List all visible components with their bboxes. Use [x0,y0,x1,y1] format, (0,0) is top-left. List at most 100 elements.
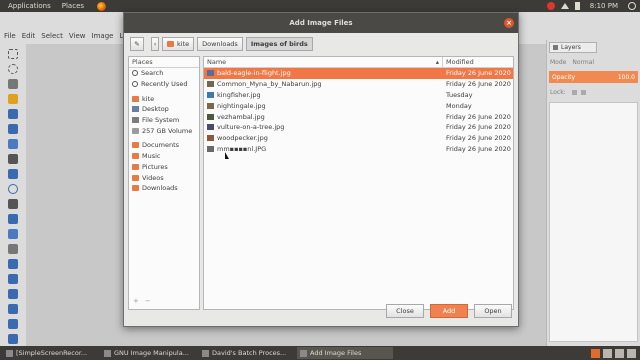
file-name: vezhambal.jpg [217,112,265,121]
menu-view[interactable]: View [69,32,86,40]
place-item[interactable]: Recently Used [129,79,199,90]
file-row[interactable]: vulture-on-a-tree.jpg Friday 26 June 2020 [204,122,513,133]
file-row[interactable]: mm▪▪▪▪nl.JPG Friday 26 June 2020 [204,144,513,155]
place-item[interactable]: Pictures [129,162,199,173]
volume-icon[interactable] [574,2,580,10]
place-label: Videos [142,173,164,182]
taskbar: [SimpleScreenRecor... GNU Image Manipula.… [0,346,640,360]
place-item[interactable]: Videos [129,172,199,183]
indicator-area: 8:10 PM [546,0,636,12]
fuzzy-select-tool-icon[interactable] [8,94,18,104]
lock-alpha-icon[interactable] [580,89,586,95]
rect-select-tool-icon[interactable] [8,49,18,59]
dialog-title: Add Image Files [289,19,353,27]
opacity-slider[interactable]: Opacity 100.0 [549,71,638,83]
places-list: Search Recently Used kite Desktop File Syste… [129,68,199,194]
applications-menu[interactable]: Applications [4,2,55,10]
crop-tool-icon[interactable] [8,244,18,254]
ellipse-select-tool-icon[interactable] [8,64,18,74]
dialog-titlebar[interactable]: Add Image Files × [124,13,518,33]
taskbar-item[interactable]: Add Image Files [297,347,393,359]
file-row[interactable]: vezhambal.jpg Friday 26 June 2020 [204,111,513,122]
file-modified: Friday 26 June 2020 [446,123,511,132]
place-item[interactable]: File System [129,115,199,126]
path-back-button[interactable]: ‹ [151,37,159,51]
paths-tool-icon[interactable] [8,154,18,164]
place-item[interactable]: Documents [129,140,199,151]
color-select-tool-icon[interactable] [8,109,18,119]
file-row[interactable]: kingfisher.jpg Tuesday [204,90,513,101]
name-column-header[interactable]: Name ▴ [204,57,443,67]
shear-tool-icon[interactable] [8,289,18,299]
place-label: Downloads [142,184,178,193]
mode-select[interactable]: Normal [572,59,594,66]
place-label: 257 GB Volume [142,126,193,135]
path-button-downloads[interactable]: Downloads [197,37,243,51]
file-modified: Friday 26 June 2020 [446,80,511,89]
workspace-1[interactable] [591,348,600,358]
layers-list[interactable] [549,102,638,342]
scale-tool-icon[interactable] [8,274,18,284]
record-icon[interactable] [546,2,555,10]
edit-location-button[interactable]: ✎ [130,37,144,51]
scissors-tool-icon[interactable] [8,124,18,134]
mode-row: Mode Normal [547,56,640,68]
gear-icon[interactable] [628,2,636,10]
file-modified: Friday 26 June 2020 [446,134,511,143]
place-item[interactable]: Desktop [129,104,199,115]
add-button[interactable]: Add [430,304,468,318]
workspace-switcher [591,348,636,358]
layers-tab[interactable]: Layers [549,42,597,53]
layers-tab-label: Layers [561,44,581,51]
firefox-icon[interactable] [97,1,107,11]
path-label: kite [177,40,190,48]
add-bookmark-button[interactable]: + [133,297,139,305]
free-select-tool-icon[interactable] [8,79,18,89]
place-item[interactable]: kite [129,93,199,104]
file-row[interactable]: Common_Myna_by_Nabarun.jpg Friday 26 June… [204,79,513,90]
move-tool-icon[interactable] [8,214,18,224]
place-item[interactable]: Search [129,68,199,79]
cage-tool-icon[interactable] [8,334,18,344]
place-item[interactable]: 257 GB Volume [129,125,199,136]
remove-bookmark-button[interactable]: − [145,297,151,305]
flip-tool-icon[interactable] [8,319,18,329]
file-row[interactable]: woodpecker.jpg Friday 26 June 2020 [204,133,513,144]
menu-edit[interactable]: Edit [22,32,36,40]
folder-icon [132,153,139,160]
workspace-4[interactable] [627,348,636,358]
pencil-icon: ✎ [134,40,140,48]
measure-tool-icon[interactable] [8,199,18,209]
network-icon[interactable] [560,3,569,9]
foreground-select-tool-icon[interactable] [8,139,18,149]
menu-image[interactable]: Image [92,32,114,40]
places-menu[interactable]: Places [58,2,88,10]
taskbar-item[interactable]: GNU Image Manipula... [101,347,197,359]
clock[interactable]: 8:10 PM [586,2,622,10]
file-row[interactable]: nightingale.jpg Monday [204,100,513,111]
path-button-current[interactable]: Images of birds [245,37,313,51]
workspace-3[interactable] [615,348,624,358]
rotate-tool-icon[interactable] [8,259,18,269]
align-tool-icon[interactable] [8,229,18,239]
path-button-home[interactable]: kite [162,37,195,51]
menu-file[interactable]: File [4,32,16,40]
file-row[interactable]: bald-eagle-in-flight.jpg Friday 26 June 2… [204,68,513,79]
place-item[interactable]: Downloads [129,183,199,194]
open-button[interactable]: Open [474,304,512,318]
perspective-tool-icon[interactable] [8,304,18,314]
zoom-tool-icon[interactable] [8,184,18,194]
close-icon[interactable]: × [504,18,514,28]
color-picker-tool-icon[interactable] [8,169,18,179]
lock-pixels-icon[interactable] [571,89,577,95]
window-icon [6,349,13,357]
image-thumbnail-icon [207,102,214,109]
window-icon [202,349,209,357]
workspace-2[interactable] [603,348,612,358]
taskbar-item[interactable]: [SimpleScreenRecor... [3,347,99,359]
menu-select[interactable]: Select [41,32,63,40]
taskbar-item[interactable]: David's Batch Proces... [199,347,295,359]
modified-column-header[interactable]: Modified [443,57,513,67]
place-item[interactable]: Music [129,151,199,162]
close-button[interactable]: Close [386,304,424,318]
